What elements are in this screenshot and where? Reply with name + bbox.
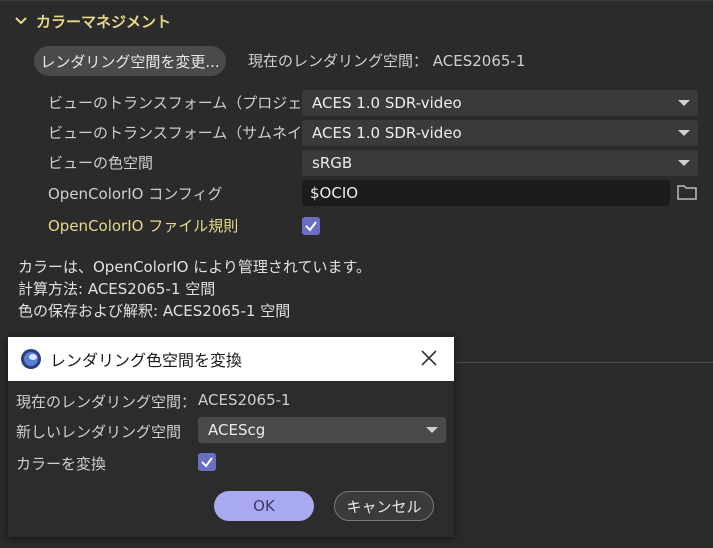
ocio-config-label: OpenColorIO コンフィグ	[48, 185, 223, 203]
ok-button[interactable]: OK	[214, 491, 314, 521]
caret-down-icon	[678, 100, 690, 106]
current-render-space-text: 現在のレンダリング空間： ACES2065-1	[248, 52, 526, 70]
divider	[456, 362, 713, 363]
dialog-current-label: 現在のレンダリング空間：	[16, 393, 197, 411]
dialog-new-label: 新しいレンダリング空間	[16, 423, 182, 441]
chevron-down-icon	[15, 17, 27, 25]
ocio-config-value: $OCIO	[310, 184, 359, 202]
ocio-file-rules-label: OpenColorIO ファイル規則	[48, 217, 239, 235]
ocio-file-rules-checkbox[interactable]	[302, 217, 320, 235]
info-line-1: カラーは、OpenColorIO により管理されています。	[18, 258, 371, 276]
dialog-titlebar: レンダリング色空間を変換	[8, 337, 454, 381]
view-transform-project-dropdown[interactable]: ACES 1.0 SDR-video	[302, 90, 698, 116]
close-icon[interactable]	[420, 349, 438, 367]
convert-colors-label: カラーを変換	[16, 455, 107, 473]
view-colorspace-value: sRGB	[312, 154, 353, 172]
info-line-2: 計算方法: ACES2065-1 空間	[18, 280, 216, 298]
view-transform-thumbnail-value: ACES 1.0 SDR-video	[312, 124, 462, 142]
caret-down-icon	[678, 160, 690, 166]
new-render-space-value: ACEScg	[208, 421, 266, 439]
dialog-current-value: ACES2065-1	[198, 391, 291, 409]
convert-render-space-dialog: レンダリング色空間を変換 現在のレンダリング空間： ACES2065-1 新しい…	[8, 337, 454, 537]
checkmark-icon	[201, 457, 213, 468]
dialog-title: レンダリング色空間を変換	[50, 351, 243, 370]
view-transform-project-value: ACES 1.0 SDR-video	[312, 94, 462, 112]
folder-icon[interactable]	[676, 182, 698, 202]
top-divider	[0, 0, 713, 1]
view-colorspace-label: ビューの色空間	[48, 154, 154, 172]
view-transform-thumbnail-dropdown[interactable]: ACES 1.0 SDR-video	[302, 120, 698, 146]
app-logo-icon	[21, 349, 41, 369]
view-colorspace-dropdown[interactable]: sRGB	[302, 150, 698, 176]
checkmark-icon	[305, 221, 317, 232]
view-transform-thumbnail-label: ビューのトランスフォーム（サムネイル）	[48, 124, 332, 142]
caret-down-icon	[426, 427, 438, 433]
change-render-space-button[interactable]: レンダリング空間を変更...	[34, 46, 226, 76]
convert-colors-checkbox[interactable]	[198, 453, 216, 471]
section-header[interactable]: カラーマネジメント	[14, 10, 171, 32]
ocio-config-input[interactable]: $OCIO	[302, 180, 670, 206]
caret-down-icon	[678, 130, 690, 136]
cancel-button[interactable]: キャンセル	[334, 491, 434, 521]
section-title: カラーマネジメント	[36, 12, 172, 31]
new-render-space-dropdown[interactable]: ACEScg	[198, 417, 446, 443]
info-line-3: 色の保存および解釈: ACES2065-1 空間	[18, 302, 291, 320]
